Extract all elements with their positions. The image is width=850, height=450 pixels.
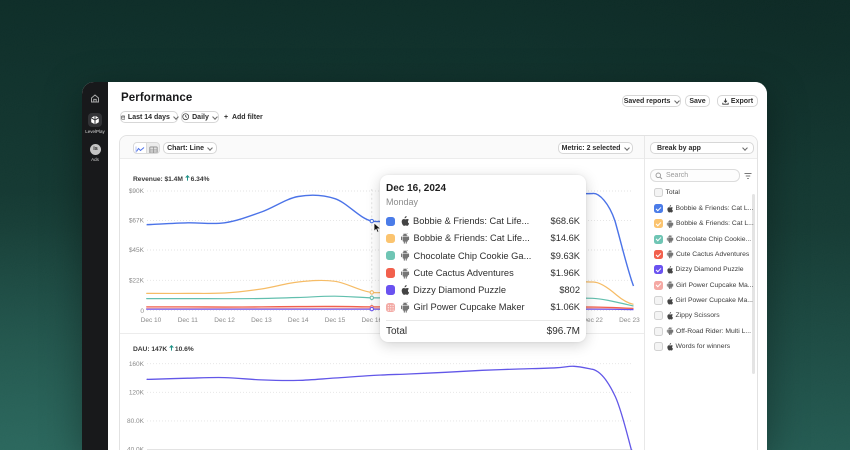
- svg-text:160K: 160K: [129, 361, 145, 368]
- svg-text:0: 0: [140, 308, 144, 315]
- svg-text:$22K: $22K: [129, 278, 145, 285]
- svg-text:Dec 15: Dec 15: [325, 317, 346, 324]
- svg-text:Dec 11: Dec 11: [178, 317, 198, 324]
- svg-text:$67K: $67K: [129, 218, 145, 225]
- svg-text:120K: 120K: [129, 390, 145, 397]
- svg-text:$45K: $45K: [129, 247, 145, 254]
- svg-text:Dec 10: Dec 10: [141, 317, 162, 324]
- svg-text:Dec 13: Dec 13: [251, 317, 272, 324]
- svg-text:80.0K: 80.0K: [127, 418, 145, 425]
- svg-text:Dec 23: Dec 23: [619, 317, 640, 324]
- svg-text:$90K: $90K: [129, 188, 145, 195]
- svg-text:Dec 14: Dec 14: [288, 317, 309, 324]
- svg-text:Dec 12: Dec 12: [214, 317, 235, 324]
